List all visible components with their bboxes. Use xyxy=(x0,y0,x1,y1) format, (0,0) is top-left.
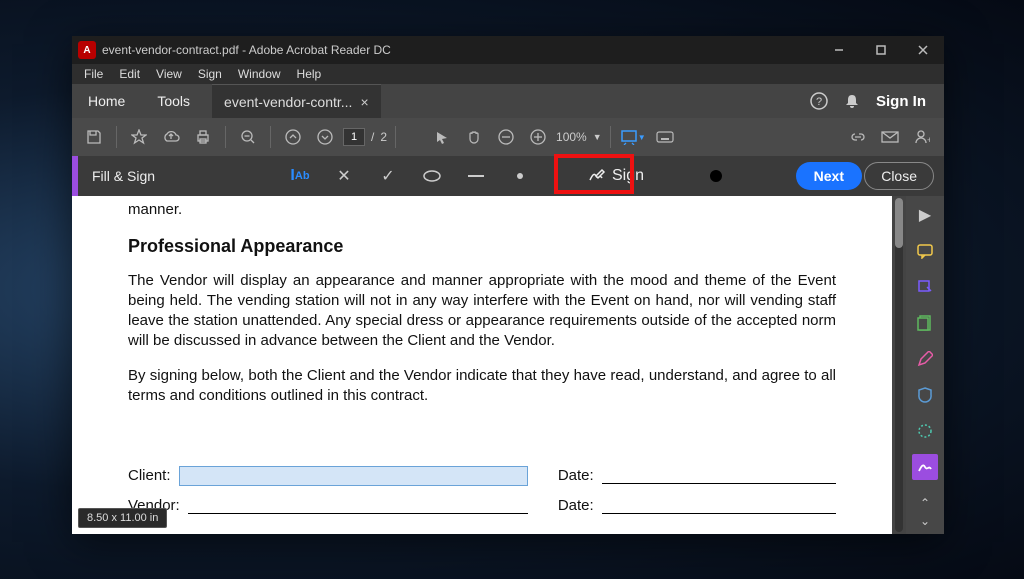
zoom-level[interactable]: 100%▼ xyxy=(556,130,602,144)
signature-icon xyxy=(588,168,606,184)
fit-width-icon[interactable]: ▼ xyxy=(619,123,647,151)
pdf-icon: A xyxy=(78,41,96,59)
organize-icon[interactable] xyxy=(912,310,938,336)
help-icon[interactable]: ? xyxy=(810,92,828,110)
cloud-icon[interactable] xyxy=(157,123,185,151)
bell-icon[interactable] xyxy=(844,93,860,109)
close-icon xyxy=(918,45,928,55)
vendor-date-field[interactable] xyxy=(602,498,836,514)
doc-cutoff-line: manner. xyxy=(128,200,836,220)
save-icon[interactable] xyxy=(80,123,108,151)
page-total: 2 xyxy=(380,130,387,144)
pdf-page[interactable]: manner. Professional Appearance The Vend… xyxy=(72,196,892,534)
plus-circle-icon[interactable] xyxy=(524,123,552,151)
document-area: manner. Professional Appearance The Vend… xyxy=(72,196,944,534)
hand-tool-icon[interactable] xyxy=(460,123,488,151)
menu-edit[interactable]: Edit xyxy=(113,65,146,83)
dot-tool[interactable] xyxy=(506,162,534,190)
client-date-field[interactable] xyxy=(602,468,836,484)
fill-sign-tool-icon[interactable] xyxy=(912,454,938,480)
title-bar: A event-vendor-contract.pdf - Adobe Acro… xyxy=(72,36,944,64)
client-signature-field[interactable] xyxy=(179,466,528,486)
close-panel-button[interactable]: Close xyxy=(864,162,934,190)
print-icon[interactable] xyxy=(189,123,217,151)
page-down-icon[interactable] xyxy=(311,123,339,151)
svg-text:+: + xyxy=(927,135,930,145)
edit-icon[interactable] xyxy=(912,346,938,372)
menu-help[interactable]: Help xyxy=(291,65,328,83)
link-icon[interactable] xyxy=(844,123,872,151)
tab-bar: Home Tools event-vendor-contr... × ? Sig… xyxy=(72,84,944,118)
stamp-icon[interactable] xyxy=(912,274,938,300)
doc-paragraph-1: The Vendor will display an appearance an… xyxy=(128,271,836,352)
date-label-2: Date: xyxy=(558,496,594,516)
scrollbar-thumb[interactable] xyxy=(895,198,903,248)
tab-document-label: event-vendor-contr... xyxy=(224,94,352,110)
main-toolbar: /2 100%▼ ▼ + xyxy=(72,118,944,156)
mail-icon[interactable] xyxy=(876,123,904,151)
client-label: Client: xyxy=(128,466,171,486)
fill-sign-label: Fill & Sign xyxy=(78,168,169,184)
star-icon[interactable] xyxy=(125,123,153,151)
minus-circle-icon[interactable] xyxy=(492,123,520,151)
maximize-button[interactable] xyxy=(860,36,902,64)
check-tool[interactable]: ✓ xyxy=(374,162,402,190)
page-indicator: /2 xyxy=(343,128,387,146)
date-label-1: Date: xyxy=(558,466,594,486)
menu-window[interactable]: Window xyxy=(232,65,287,83)
vertical-scrollbar[interactable] xyxy=(892,196,906,534)
tab-close-icon[interactable]: × xyxy=(360,94,368,110)
minimize-button[interactable] xyxy=(818,36,860,64)
person-icon[interactable]: + xyxy=(908,123,936,151)
doc-heading: Professional Appearance xyxy=(128,234,836,258)
tools-panel: ▶ ⌃ ⌄ xyxy=(906,196,944,534)
window-title: event-vendor-contract.pdf - Adobe Acroba… xyxy=(102,43,818,57)
page-up-icon[interactable] xyxy=(279,123,307,151)
menu-file[interactable]: File xyxy=(78,65,109,83)
panel-expand-icon[interactable]: ▶ xyxy=(912,202,938,228)
next-button[interactable]: Next xyxy=(796,162,862,190)
protect-icon[interactable] xyxy=(912,382,938,408)
select-tool-icon[interactable] xyxy=(428,123,456,151)
tab-home[interactable]: Home xyxy=(72,84,141,118)
doc-paragraph-2: By signing below, both the Client and th… xyxy=(128,366,836,407)
page-number-input[interactable] xyxy=(343,128,365,146)
menu-sign[interactable]: Sign xyxy=(192,65,228,83)
keyboard-icon[interactable] xyxy=(651,123,679,151)
app-window: A event-vendor-contract.pdf - Adobe Acro… xyxy=(72,36,944,534)
panel-up-icon[interactable]: ⌃ xyxy=(920,496,930,510)
add-text-tool[interactable]: IAb xyxy=(286,162,314,190)
tab-tools[interactable]: Tools xyxy=(141,84,206,118)
maximize-icon xyxy=(876,45,886,55)
circle-tool[interactable] xyxy=(418,162,446,190)
sign-button[interactable]: Sign xyxy=(580,163,652,189)
tab-document[interactable]: event-vendor-contr... × xyxy=(212,84,381,118)
menu-bar: File Edit View Sign Window Help xyxy=(72,64,944,84)
menu-view[interactable]: View xyxy=(150,65,188,83)
vendor-signature-field[interactable] xyxy=(188,498,528,514)
close-window-button[interactable] xyxy=(902,36,944,64)
page-dimensions: 8.50 x 11.00 in xyxy=(78,508,167,528)
line-tool[interactable] xyxy=(462,162,490,190)
minimize-icon xyxy=(834,45,844,55)
fill-sign-toolbar: Fill & Sign IAb ✕ ✓ Sign Next Close xyxy=(72,156,944,196)
comment-icon[interactable] xyxy=(912,238,938,264)
panel-down-icon[interactable]: ⌄ xyxy=(920,514,930,528)
more-tools-icon[interactable] xyxy=(912,418,938,444)
color-dot[interactable] xyxy=(702,162,730,190)
sign-in-button[interactable]: Sign In xyxy=(876,93,926,110)
cross-tool[interactable]: ✕ xyxy=(330,162,358,190)
zoom-out-icon[interactable] xyxy=(234,123,262,151)
svg-text:?: ? xyxy=(816,96,822,108)
